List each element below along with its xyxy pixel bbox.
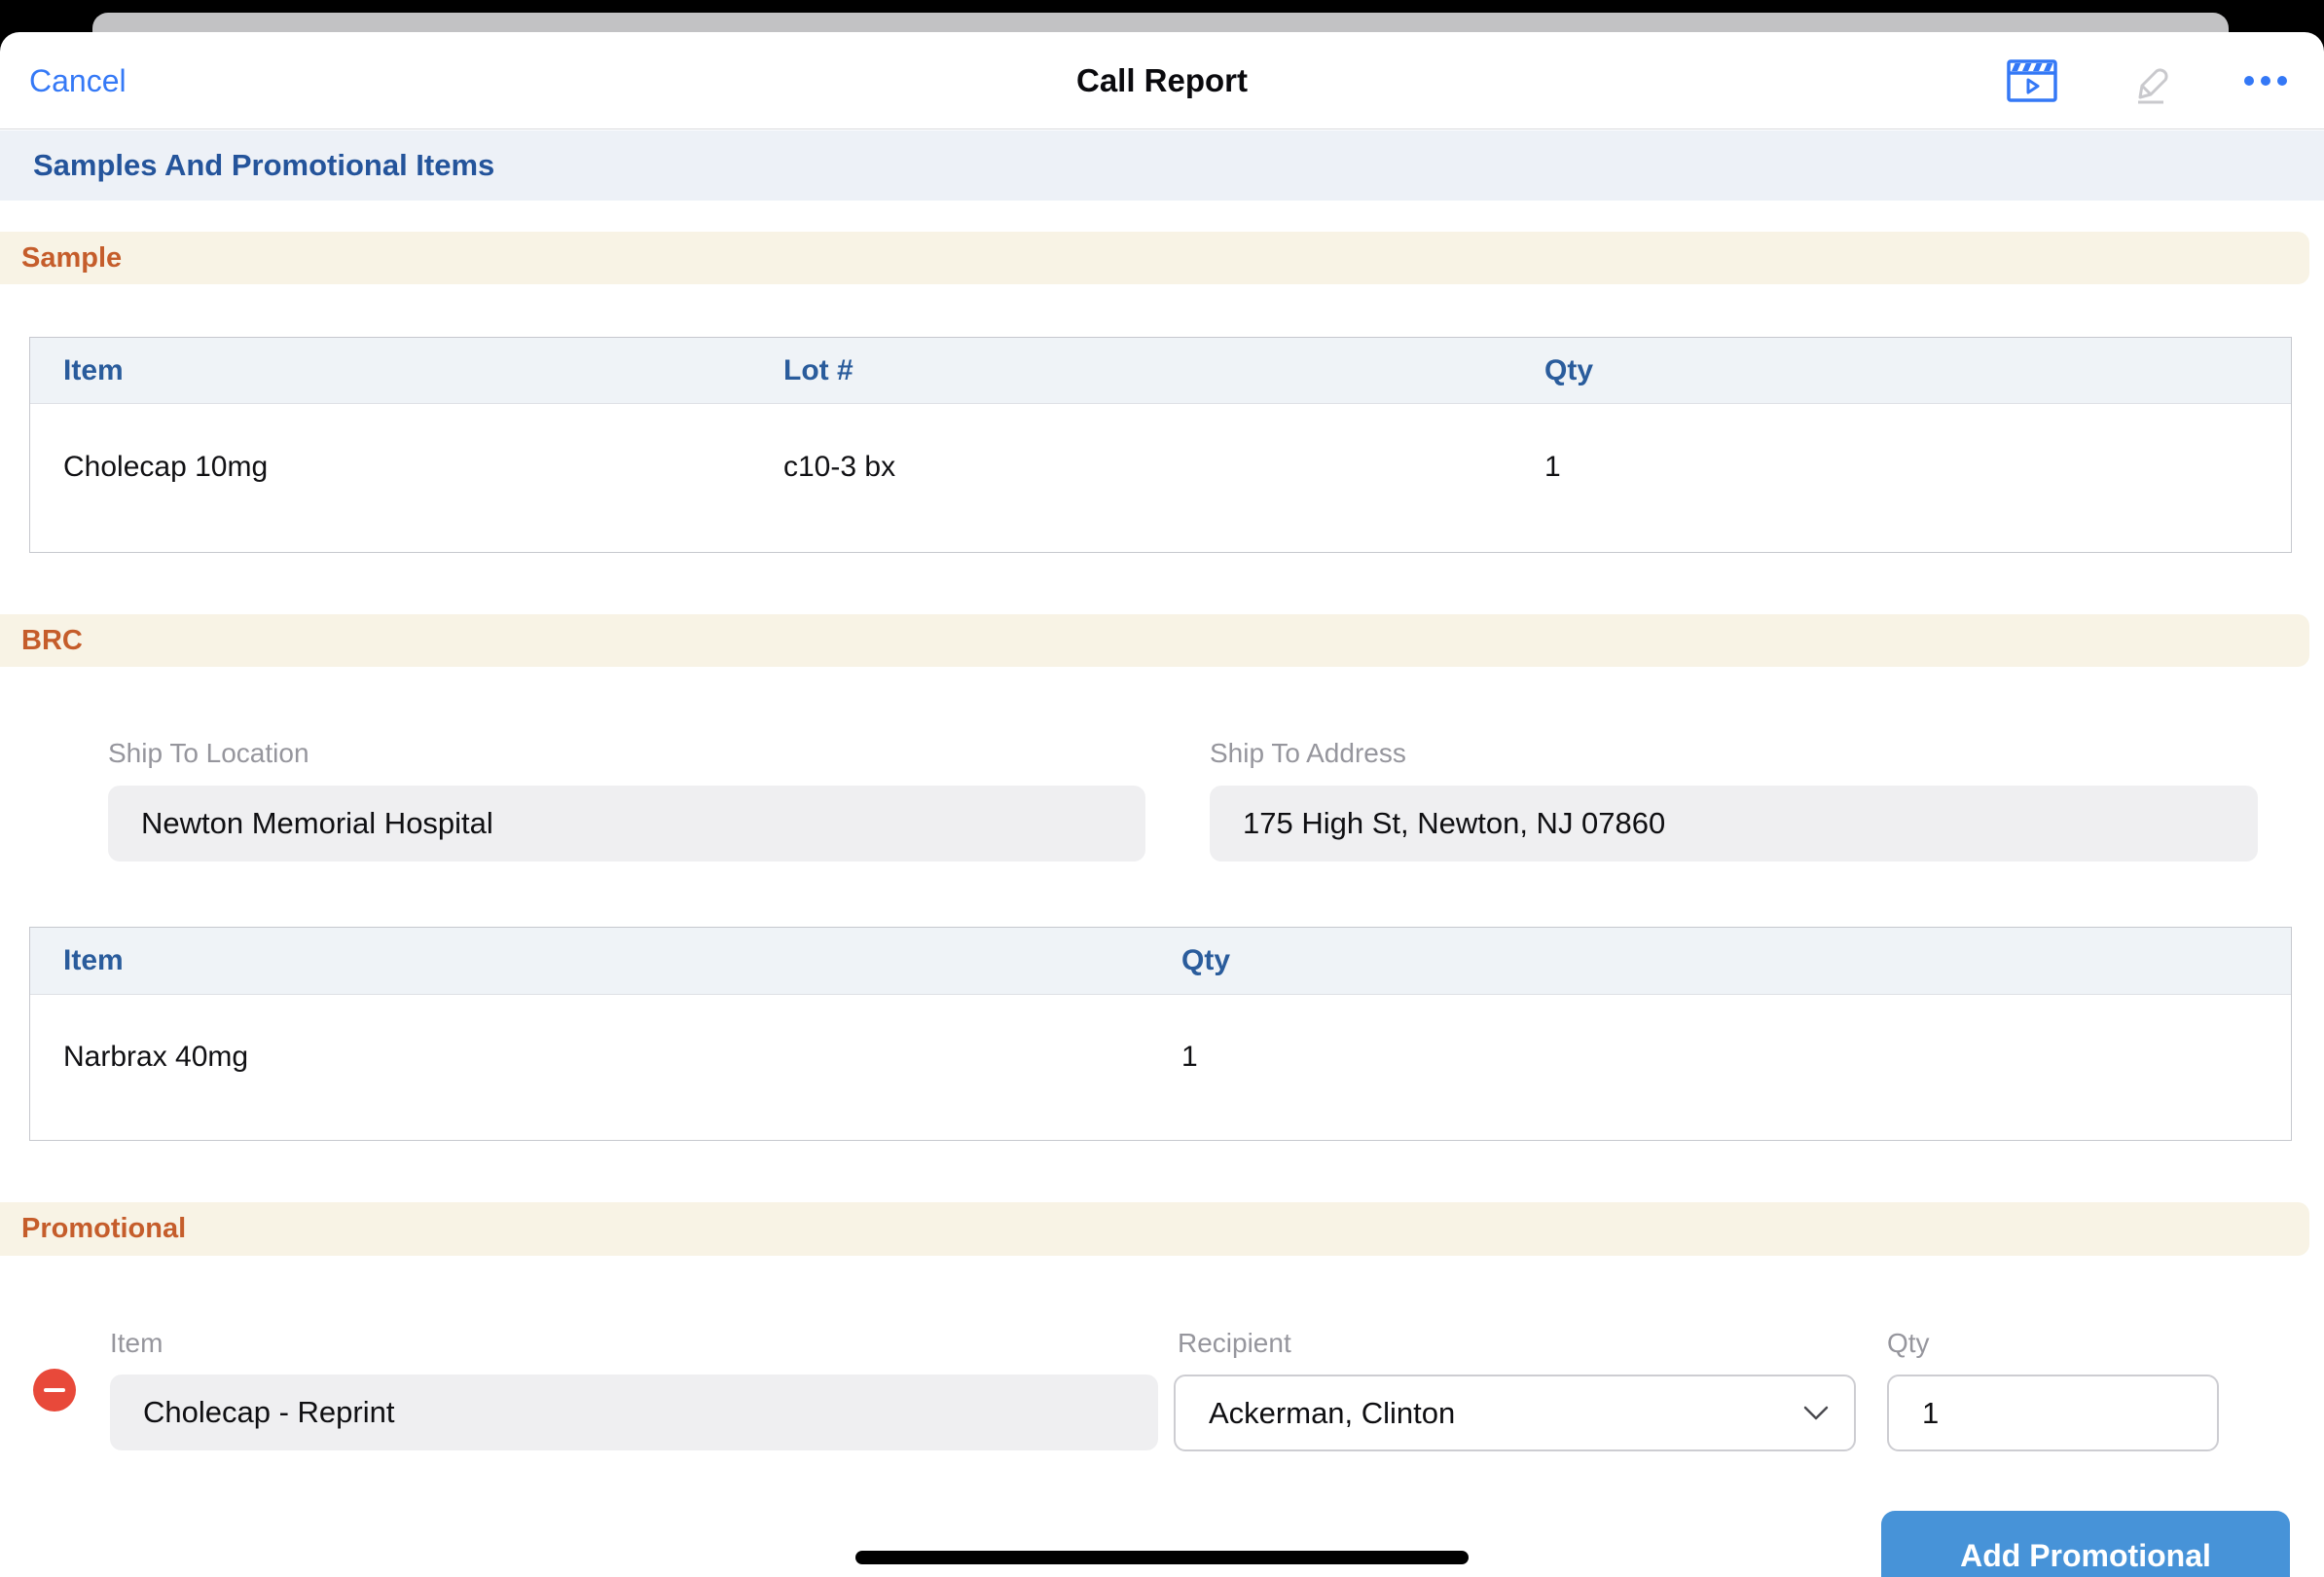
cancel-button[interactable]: Cancel xyxy=(29,32,127,129)
sample-table-header-row: Item Lot # Qty xyxy=(30,338,2291,404)
screen: Cancel Call Report xyxy=(0,0,2324,1577)
item-cell: Narbrax 40mg xyxy=(30,995,1181,1140)
brc-section-header: BRC xyxy=(0,614,2309,667)
column-header: Qty xyxy=(1181,944,2291,977)
column-header: Lot # xyxy=(783,354,1544,387)
ship-to-location-field[interactable] xyxy=(108,786,1145,862)
ship-to-address-label: Ship To Address xyxy=(1210,738,1406,769)
table-row[interactable]: Narbrax 40mg 1 xyxy=(30,995,2291,1140)
ship-to-address-field[interactable] xyxy=(1210,786,2258,862)
column-header: Item xyxy=(30,354,783,387)
item-cell: Cholecap 10mg xyxy=(30,404,783,552)
recipient-label: Recipient xyxy=(1178,1328,1291,1359)
nav-bar: Cancel Call Report xyxy=(0,32,2324,129)
edit-pencil-icon[interactable] xyxy=(2125,55,2176,106)
samples-and-promotional-items-header: Samples And Promotional Items xyxy=(0,130,2324,201)
promo-item-label: Item xyxy=(110,1328,163,1359)
recipient-dropdown[interactable]: Ackerman, Clinton xyxy=(1174,1375,1856,1451)
promotional-section-header: Promotional xyxy=(0,1202,2309,1256)
brc-table-header-row: Item Qty xyxy=(30,928,2291,995)
add-promotional-button[interactable]: Add Promotional xyxy=(1881,1511,2290,1577)
media-presentation-icon[interactable] xyxy=(2007,59,2057,102)
page-title: Call Report xyxy=(0,32,2324,129)
remove-row-minus-icon[interactable] xyxy=(33,1369,76,1412)
home-indicator[interactable] xyxy=(855,1551,1469,1564)
promo-item-field[interactable] xyxy=(110,1375,1158,1450)
qty-cell: 1 xyxy=(1544,404,2291,552)
promo-qty-label: Qty xyxy=(1887,1328,1930,1359)
column-header: Qty xyxy=(1544,354,2291,387)
nav-actions xyxy=(2007,32,2287,129)
sample-table: Item Lot # Qty Cholecap 10mg c10-3 bx 1 xyxy=(29,337,2292,553)
call-report-sheet: Cancel Call Report xyxy=(0,32,2324,1577)
recipient-value: Ackerman, Clinton xyxy=(1209,1396,1803,1431)
column-header: Item xyxy=(30,944,1181,977)
lot-cell: c10-3 bx xyxy=(783,404,1544,552)
more-ellipsis-icon[interactable] xyxy=(2244,76,2287,86)
promo-qty-field[interactable] xyxy=(1887,1375,2219,1451)
sample-section-header: Sample xyxy=(0,232,2309,284)
chevron-down-icon xyxy=(1803,1406,1829,1421)
ship-to-location-label: Ship To Location xyxy=(108,738,309,769)
qty-cell: 1 xyxy=(1181,995,2291,1140)
brc-table: Item Qty Narbrax 40mg 1 xyxy=(29,927,2292,1141)
table-row[interactable]: Cholecap 10mg c10-3 bx 1 xyxy=(30,404,2291,552)
